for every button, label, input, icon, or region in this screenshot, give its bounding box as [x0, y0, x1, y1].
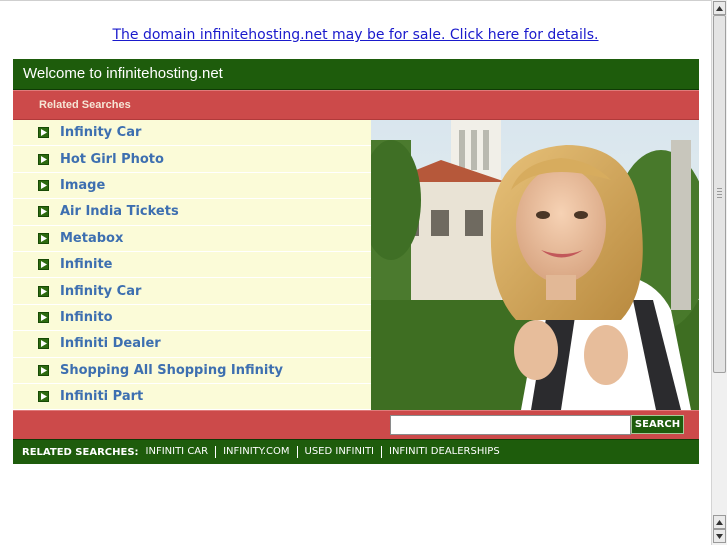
header-bar: Welcome to infinitehosting.net	[13, 59, 699, 90]
arrow-bullet-icon	[38, 127, 49, 139]
arrow-bullet-icon	[38, 206, 49, 218]
list-item[interactable]: Infiniti Part	[13, 384, 371, 411]
list-item[interactable]: Hot Girl Photo	[13, 146, 371, 173]
link-label[interactable]: Infinite	[60, 257, 112, 272]
photo-illustration	[371, 120, 699, 410]
link-label[interactable]: Infinity Car	[60, 284, 141, 299]
arrow-bullet-icon	[38, 285, 49, 297]
arrow-bullet-icon	[38, 311, 49, 323]
scrollbar-thumb[interactable]	[713, 15, 726, 373]
footer-related-searches: RELATED SEARCHES: INFINITI CAR INFINITY.…	[13, 439, 699, 464]
footer-link-infiniti-dealerships[interactable]: INFINITI DEALERSHIPS	[381, 446, 507, 458]
search-bar: SEARCH	[13, 410, 699, 439]
scroll-up-arrow-icon[interactable]	[713, 515, 726, 529]
vertical-scrollbar[interactable]	[711, 0, 727, 545]
list-item[interactable]: Air India Tickets	[13, 199, 371, 226]
arrow-bullet-icon	[38, 153, 49, 165]
page-title: Welcome to infinitehosting.net	[23, 65, 223, 82]
list-item[interactable]: Shopping All Shopping Infinity	[13, 358, 371, 384]
top-divider	[0, 0, 711, 1]
related-links-list: Infinity Car Hot Girl Photo Image Air In…	[13, 120, 371, 411]
list-item[interactable]: Image	[13, 173, 371, 200]
search-button[interactable]: SEARCH	[631, 415, 684, 434]
footer-link-infiniti-car[interactable]: INFINITI CAR	[146, 446, 216, 458]
footer-link-used-infiniti[interactable]: USED INFINITI	[296, 446, 381, 458]
list-item[interactable]: Infiniti Dealer	[13, 331, 371, 358]
footer-label: RELATED SEARCHES:	[22, 446, 139, 458]
footer-link-infinity-com[interactable]: INFINITY.COM	[215, 446, 296, 458]
arrow-bullet-icon	[38, 364, 49, 376]
search-input[interactable]	[390, 415, 631, 435]
list-item[interactable]: Infinity Car	[13, 120, 371, 147]
link-label[interactable]: Air India Tickets	[60, 204, 179, 219]
link-label[interactable]: Infiniti Part	[60, 389, 143, 404]
list-item[interactable]: Infinito	[13, 305, 371, 332]
link-label[interactable]: Image	[60, 178, 105, 193]
scroll-down-arrow-icon[interactable]	[713, 529, 726, 543]
link-label[interactable]: Shopping All Shopping Infinity	[60, 363, 283, 378]
link-label[interactable]: Infinito	[60, 310, 113, 325]
parking-frame: Welcome to infinitehosting.net Related S…	[13, 59, 699, 464]
hero-photo	[371, 120, 699, 410]
list-item[interactable]: Infinite	[13, 252, 371, 279]
list-item[interactable]: Metabox	[13, 226, 371, 252]
list-item[interactable]: Infinity Car	[13, 278, 371, 305]
scroll-up-arrow-icon[interactable]	[713, 1, 726, 15]
content-area: Infinity Car Hot Girl Photo Image Air In…	[13, 120, 699, 411]
link-label[interactable]: Infinity Car	[60, 125, 141, 140]
link-label[interactable]: Infiniti Dealer	[60, 336, 161, 351]
arrow-bullet-icon	[38, 259, 49, 271]
arrow-bullet-icon	[38, 232, 49, 244]
arrow-bullet-icon	[38, 391, 49, 403]
related-searches-label: Related Searches	[39, 99, 131, 111]
domain-sale-link[interactable]: The domain infinitehosting.net may be fo…	[0, 27, 711, 43]
arrow-bullet-icon	[38, 179, 49, 191]
link-label[interactable]: Hot Girl Photo	[60, 152, 164, 167]
arrow-bullet-icon	[38, 338, 49, 350]
related-searches-bar: Related Searches	[13, 90, 699, 120]
link-label[interactable]: Metabox	[60, 231, 123, 246]
